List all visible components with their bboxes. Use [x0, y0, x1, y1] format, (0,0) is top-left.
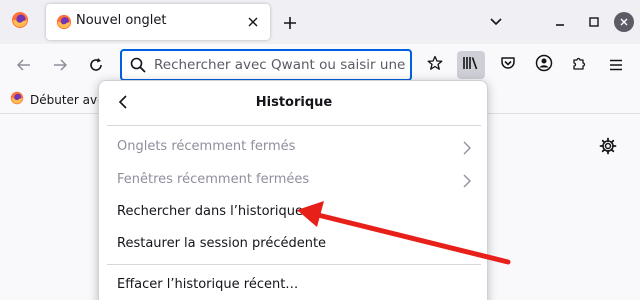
reload-button[interactable]: [84, 53, 108, 77]
menu-item-label: Effacer l’historique récent…: [117, 277, 299, 292]
menu-item-recently-closed-windows[interactable]: Fenêtres récemment fermées: [107, 165, 481, 195]
pocket-button[interactable]: [494, 51, 522, 79]
account-icon: [535, 54, 553, 76]
minimize-button[interactable]: [550, 12, 570, 32]
panel-separator: [107, 125, 481, 126]
tab-title: Nouvel onglet: [76, 13, 167, 28]
hamburger-icon: [609, 56, 623, 75]
menu-item-clear-recent-history[interactable]: Effacer l’historique récent…: [107, 270, 481, 300]
pocket-icon: [500, 55, 516, 75]
star-icon: [427, 55, 443, 75]
app-menu-button[interactable]: [602, 51, 630, 79]
menu-item-recently-closed-tabs[interactable]: Onglets récemment fermés: [107, 132, 481, 162]
panel-separator: [107, 264, 481, 265]
menu-item-label: Fenêtres récemment fermées: [117, 172, 310, 187]
firefox-icon: [56, 14, 72, 34]
menu-item-restore-session[interactable]: Restaurer la session précédente: [107, 229, 481, 259]
menu-item-label: Restaurer la session précédente: [117, 236, 327, 251]
history-panel: Historique Onglets récemment fermés Fenê…: [98, 80, 488, 300]
menu-item-search-history[interactable]: Rechercher dans l’historique: [107, 197, 481, 227]
menu-item-label: Rechercher dans l’historique: [117, 204, 303, 219]
maximize-button[interactable]: [584, 12, 604, 32]
close-tab-icon[interactable]: [244, 13, 262, 31]
firefox-icon: [10, 91, 24, 108]
account-button[interactable]: [530, 51, 558, 79]
list-all-tabs-button[interactable]: [486, 12, 506, 32]
chevron-right-icon: [463, 140, 471, 159]
library-icon: [462, 55, 480, 75]
new-tab-button[interactable]: [278, 11, 302, 35]
search-input[interactable]: [154, 55, 410, 75]
close-window-button[interactable]: [614, 12, 634, 32]
tab-strip: Nouvel onglet: [0, 0, 640, 44]
bookmark-star-button[interactable]: [421, 51, 449, 79]
pinned-tab[interactable]: [0, 0, 40, 44]
search-icon: [130, 57, 146, 77]
forward-button[interactable]: [48, 53, 72, 77]
chevron-right-icon: [463, 173, 471, 192]
back-button[interactable]: [12, 53, 36, 77]
url-bar[interactable]: [120, 49, 412, 81]
firefox-icon: [11, 11, 29, 33]
tab-new[interactable]: Nouvel onglet: [46, 4, 270, 40]
extensions-button[interactable]: [565, 51, 593, 79]
panel-title: Historique: [255, 95, 333, 110]
menu-item-label: Onglets récemment fermés: [117, 139, 296, 154]
puzzle-icon: [571, 55, 587, 75]
library-button[interactable]: [457, 51, 485, 79]
gear-icon[interactable]: [598, 136, 618, 156]
